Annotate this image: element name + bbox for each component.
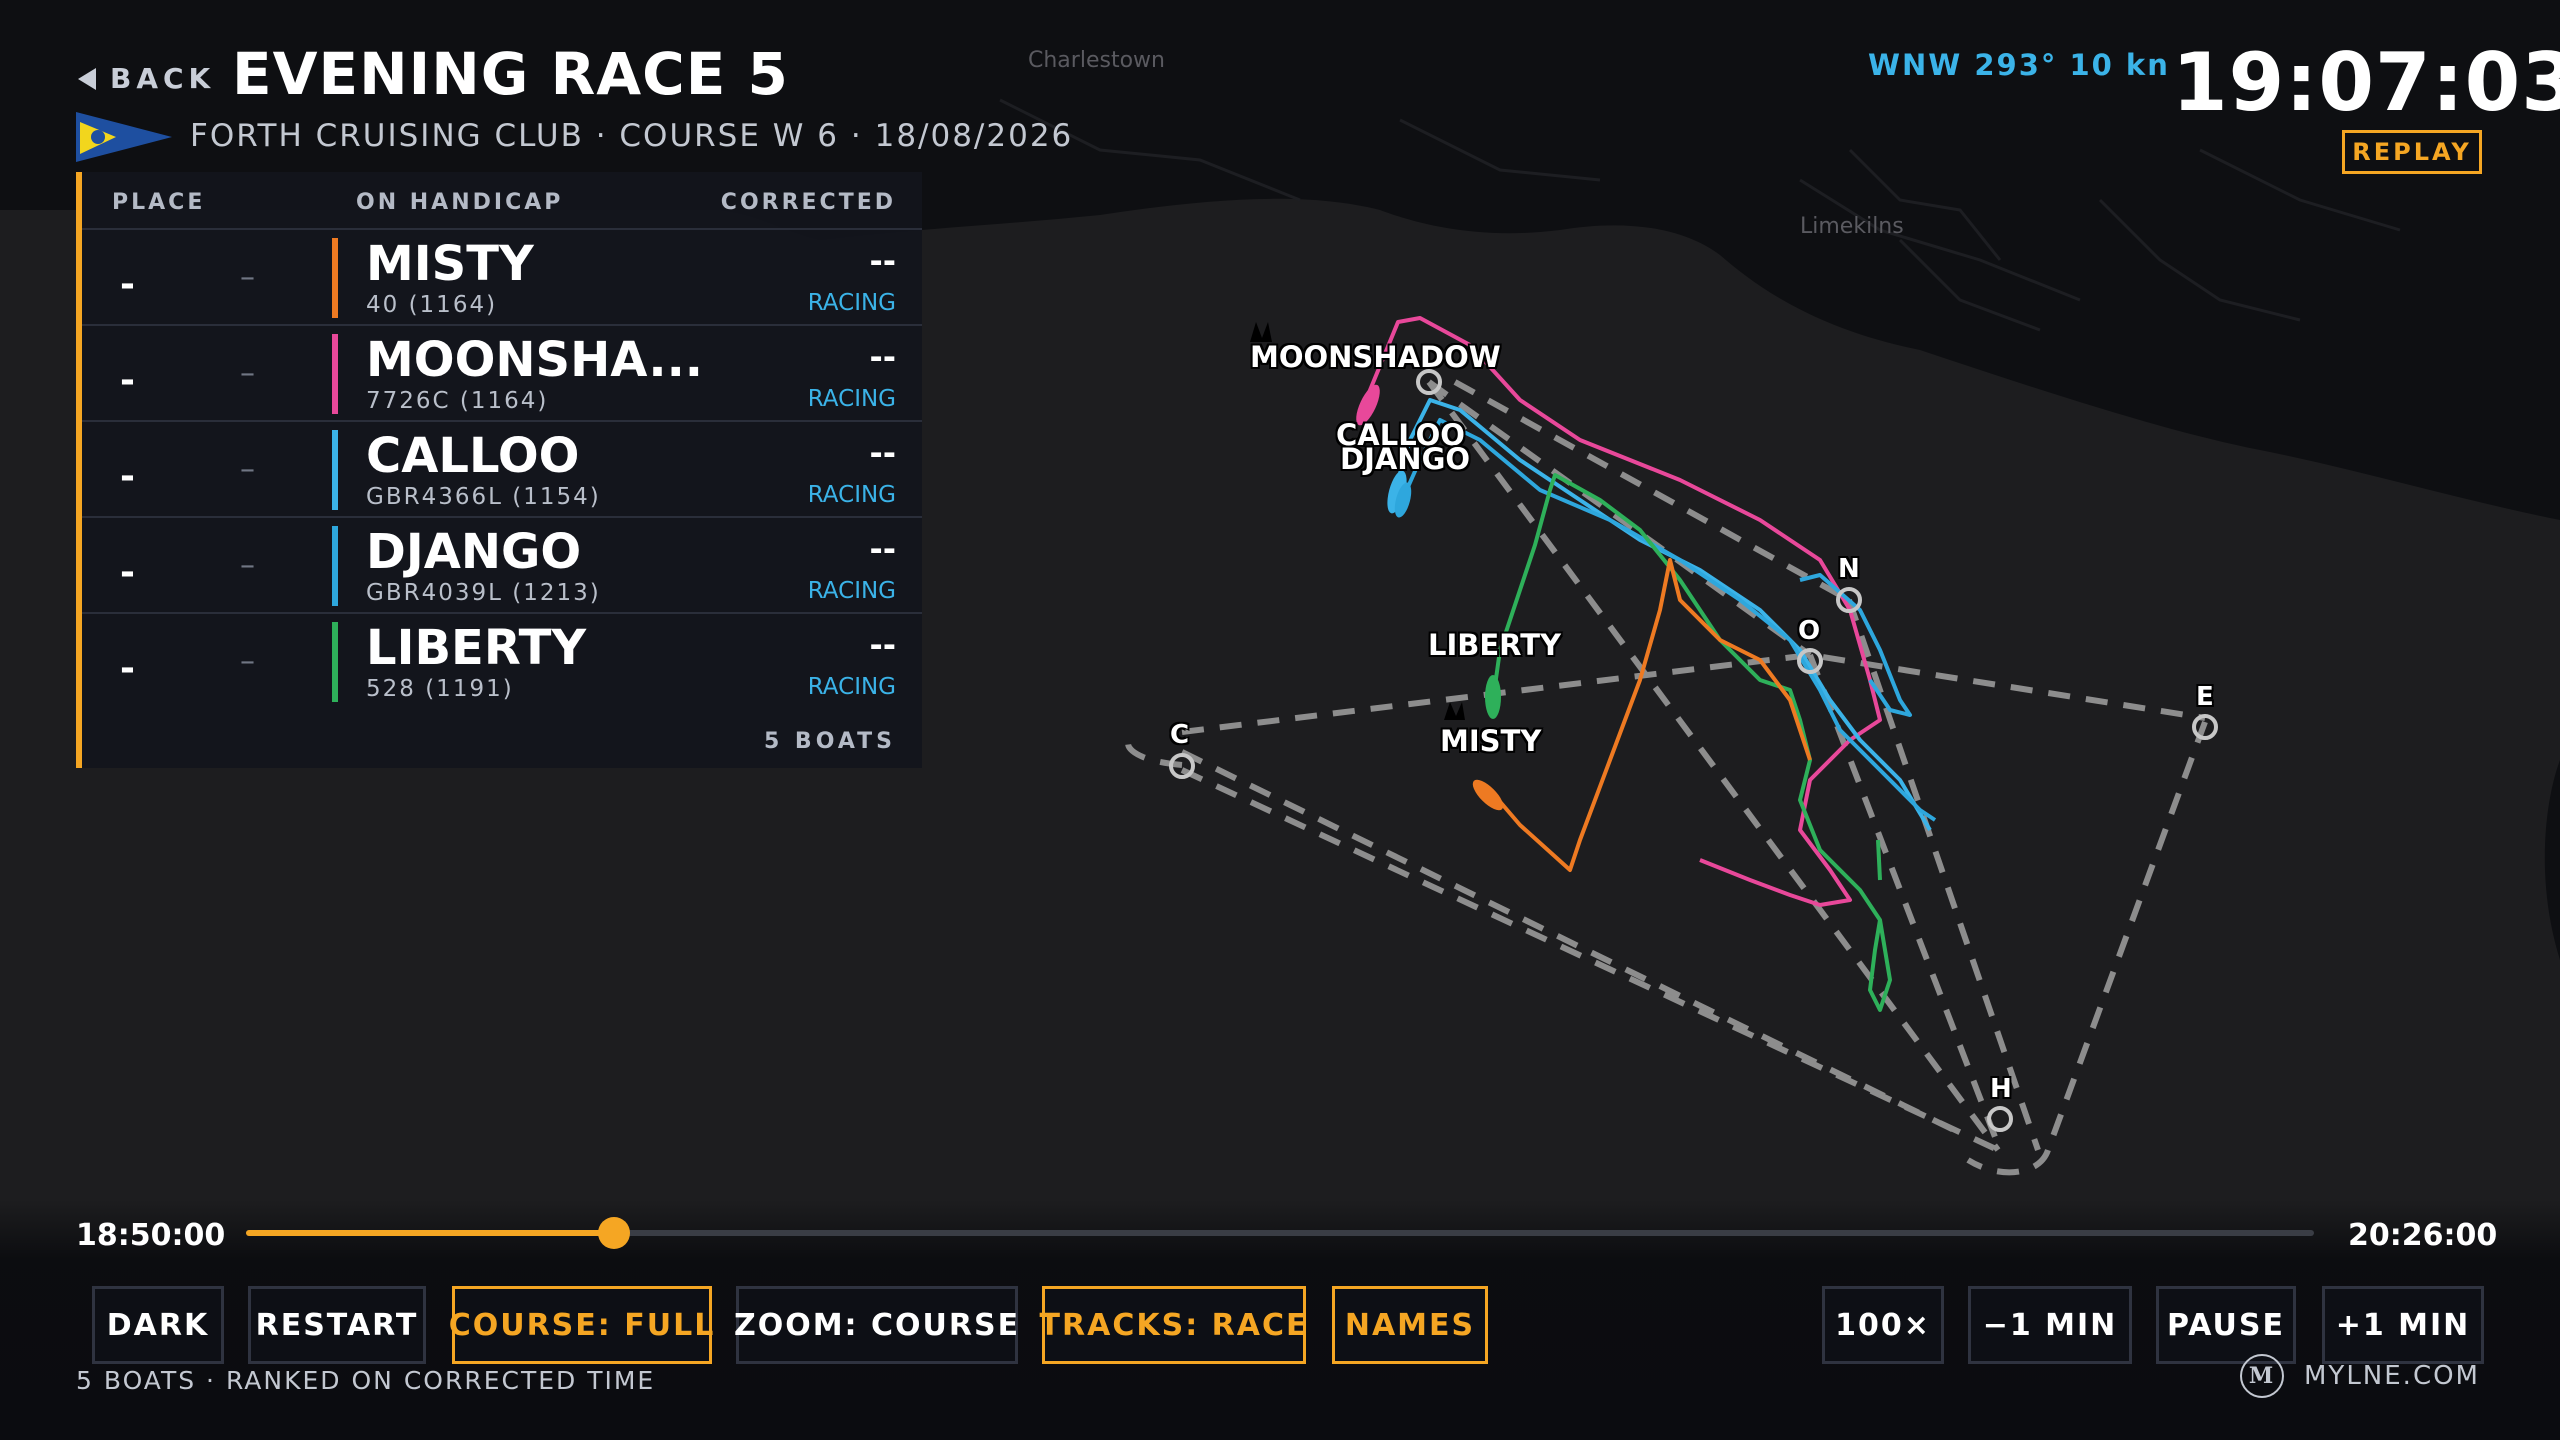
row-color-bar — [332, 430, 338, 510]
row-boat-name: DJANGO — [366, 524, 582, 580]
replay-badge: REPLAY — [2342, 130, 2482, 174]
row-gap: – — [240, 644, 255, 679]
row-status: RACING — [807, 578, 896, 604]
mark-label-n: N — [1838, 554, 1860, 584]
row-gap: – — [240, 548, 255, 583]
col-place: PLACE — [112, 190, 206, 215]
tracks-toggle-button[interactable]: TRACKS: RACE — [1040, 1286, 1306, 1364]
track-liberty-tail — [1876, 839, 1882, 881]
row-boat-name: CALLOO — [366, 428, 580, 484]
label-misty[interactable]: MISTY — [1440, 724, 1541, 758]
row-color-bar — [332, 238, 338, 318]
timeline-end: 20:26:00 — [2348, 1218, 2498, 1253]
mark-label-o: O — [1798, 616, 1821, 646]
brand-link[interactable]: M MYLNE.COM — [2240, 1354, 2480, 1398]
flag-liberty — [1444, 702, 1465, 720]
row-corrected: -- — [869, 434, 896, 472]
mark-h — [1987, 1106, 2013, 1132]
brand-text: MYLNE.COM — [2304, 1361, 2480, 1391]
leaderboard-row[interactable]: - – MISTY 40 (1164) -- RACING — [82, 228, 922, 326]
boat-count: 5 BOATS — [763, 729, 896, 754]
boat-liberty — [1485, 675, 1501, 719]
plus-minute-button[interactable]: +1 MIN — [2322, 1286, 2484, 1364]
race-subtitle: FORTH CRUISING CLUB · COURSE W 6 · 18/08… — [190, 118, 1074, 154]
course-line — [1125, 379, 2208, 1176]
place-limekilns: Limekilns — [1800, 214, 1904, 239]
label-django[interactable]: DJANGO — [1340, 442, 1470, 476]
track-liberty — [1491, 473, 1892, 1012]
row-sail-number: 40 (1164) — [366, 292, 498, 318]
track-misty — [1488, 558, 1812, 872]
pause-button[interactable]: PAUSE — [2156, 1286, 2296, 1364]
label-liberty[interactable]: LIBERTY — [1428, 628, 1561, 662]
row-color-bar — [332, 622, 338, 702]
row-place: - — [120, 456, 135, 497]
row-corrected: -- — [869, 338, 896, 376]
row-place: - — [120, 552, 135, 593]
row-corrected: -- — [869, 626, 896, 664]
timeline-start: 18:50:00 — [76, 1218, 226, 1253]
row-corrected: -- — [869, 530, 896, 568]
mark-label-e: E — [2196, 682, 2214, 712]
timeline-handle[interactable] — [598, 1217, 631, 1249]
row-gap: – — [240, 452, 255, 487]
row-place: - — [120, 648, 135, 689]
place-charlestown: Charlestown — [1028, 48, 1165, 73]
page-title: EVENING RACE 5 — [232, 40, 789, 108]
row-boat-name: LIBERTY — [366, 620, 587, 676]
club-burgee-icon — [76, 112, 172, 162]
back-arrow-icon — [78, 67, 96, 90]
row-gap: – — [240, 260, 255, 295]
flag-moonshadow — [1250, 322, 1272, 342]
race-clock: 19:07:03 — [2172, 36, 2560, 129]
row-color-bar — [332, 526, 338, 606]
leaderboard: PLACE ON HANDICAP CORRECTED - – MISTY 40… — [76, 172, 922, 768]
mark-label-c: C — [1170, 720, 1190, 750]
row-corrected: -- — [869, 242, 896, 280]
land-east-headland — [2544, 760, 2560, 960]
dark-mode-button[interactable]: DARK — [92, 1286, 224, 1364]
minus-minute-button[interactable]: −1 MIN — [1968, 1286, 2132, 1364]
row-place: - — [120, 360, 135, 401]
ranking-note: 5 BOATS · RANKED ON CORRECTED TIME — [76, 1366, 656, 1395]
leaderboard-row[interactable]: - – CALLOO GBR4366L (1154) -- RACING — [82, 420, 922, 518]
row-boat-name: MOONSHA... — [366, 332, 704, 388]
back-label: BACK — [110, 62, 216, 95]
course-toggle-button[interactable]: COURSE: FULL — [449, 1286, 713, 1364]
mark-label-h: H — [1990, 1074, 2012, 1104]
timeline-progress — [246, 1230, 615, 1236]
row-sail-number: 528 (1191) — [366, 676, 514, 702]
row-gap: – — [240, 356, 255, 391]
mylne-logo-icon: M — [2240, 1354, 2284, 1398]
leaderboard-row[interactable]: - – LIBERTY 528 (1191) -- RACING — [82, 612, 922, 710]
row-status: RACING — [807, 290, 896, 316]
row-place: - — [120, 264, 135, 305]
back-button[interactable]: BACK — [78, 62, 215, 95]
col-handicap: ON HANDICAP — [356, 190, 564, 215]
row-status: RACING — [807, 674, 896, 700]
row-status: RACING — [807, 386, 896, 412]
col-corrected: CORRECTED — [720, 190, 896, 215]
row-boat-name: MISTY — [366, 236, 534, 292]
row-color-bar — [332, 334, 338, 414]
row-status: RACING — [807, 482, 896, 508]
zoom-toggle-button[interactable]: ZOOM: COURSE — [734, 1286, 1018, 1364]
row-sail-number: GBR4039L (1213) — [366, 580, 601, 606]
row-sail-number: 7726C (1164) — [366, 388, 549, 414]
speed-button[interactable]: 100× — [1822, 1286, 1944, 1364]
names-toggle-button[interactable]: NAMES — [1332, 1286, 1488, 1364]
boat-misty — [1472, 779, 1504, 811]
leaderboard-row[interactable]: - – DJANGO GBR4039L (1213) -- RACING — [82, 516, 922, 614]
timeline-scrubber[interactable] — [246, 1217, 2314, 1249]
restart-button[interactable]: RESTART — [248, 1286, 426, 1364]
wind-readout: WNW 293° 10 kn — [1868, 48, 2170, 82]
leaderboard-row[interactable]: - – MOONSHA... 7726C (1164) -- RACING — [82, 324, 922, 422]
row-sail-number: GBR4366L (1154) — [366, 484, 601, 510]
label-moonshadow[interactable]: MOONSHADOW — [1250, 340, 1501, 374]
